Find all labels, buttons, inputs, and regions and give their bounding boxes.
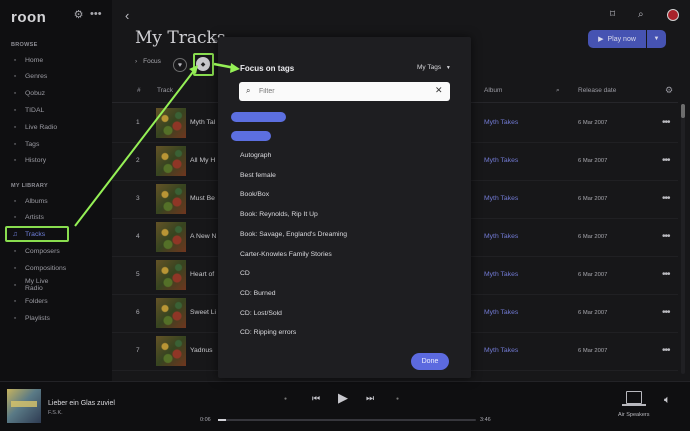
zone-laptop-base bbox=[622, 404, 646, 406]
tag-list-item[interactable]: CD: Lost/Sold bbox=[240, 310, 282, 317]
tag-list-item[interactable]: Book: Reynolds, Rip It Up bbox=[240, 211, 318, 218]
tag-pill[interactable] bbox=[231, 131, 271, 141]
stop-icon[interactable]: ● bbox=[284, 396, 287, 402]
volume-icon[interactable]: 🔈︎ bbox=[664, 394, 671, 407]
tag-list-item[interactable]: CD bbox=[240, 270, 250, 277]
tag-list-item[interactable]: Carter-Knowles Family Stories bbox=[240, 251, 332, 258]
tag-list-item[interactable]: Book/Box bbox=[240, 191, 269, 198]
zone-laptop-icon[interactable] bbox=[626, 391, 642, 404]
tag-list-item[interactable]: Autograph bbox=[240, 152, 271, 159]
dialog-title: Focus on tags bbox=[240, 64, 295, 73]
zone-label[interactable]: Air Speakers bbox=[618, 412, 650, 418]
now-playing-cover[interactable] bbox=[7, 389, 41, 423]
tag-list-item[interactable]: CD: Burned bbox=[240, 290, 276, 297]
next-icon[interactable]: ⏭ bbox=[366, 393, 374, 404]
previous-icon[interactable]: ⏮ bbox=[312, 393, 320, 404]
tag-list-item[interactable]: Best female bbox=[240, 172, 276, 179]
tag-scope-label: My Tags bbox=[417, 64, 442, 71]
filter-search-icon: ⌕ bbox=[246, 86, 251, 95]
tag-pill[interactable] bbox=[231, 112, 286, 122]
tag-scope-dropdown[interactable]: My Tags ▼ bbox=[417, 64, 451, 71]
tag-list-item[interactable]: CD: Ripping errors bbox=[240, 329, 296, 336]
radio-dot-icon[interactable]: ● bbox=[396, 396, 399, 402]
now-playing-title[interactable]: Lieber ein Glas zuviel bbox=[48, 400, 115, 407]
tag-list-item[interactable]: Book: Savage, England's Dreaming bbox=[240, 231, 347, 238]
done-button[interactable]: Done bbox=[411, 353, 449, 370]
play-pause-icon[interactable]: ▶ bbox=[338, 390, 348, 406]
now-playing-artist[interactable]: F.S.K. bbox=[48, 410, 63, 416]
seek-progress bbox=[218, 419, 226, 421]
seek-bar[interactable] bbox=[218, 419, 476, 421]
clear-filter-icon[interactable]: ✕ bbox=[435, 85, 443, 96]
filter-input[interactable] bbox=[259, 85, 429, 98]
elapsed-time: 0:06 bbox=[200, 417, 211, 423]
chevron-down-icon: ▼ bbox=[445, 65, 451, 71]
duration-time: 3:46 bbox=[480, 417, 491, 423]
